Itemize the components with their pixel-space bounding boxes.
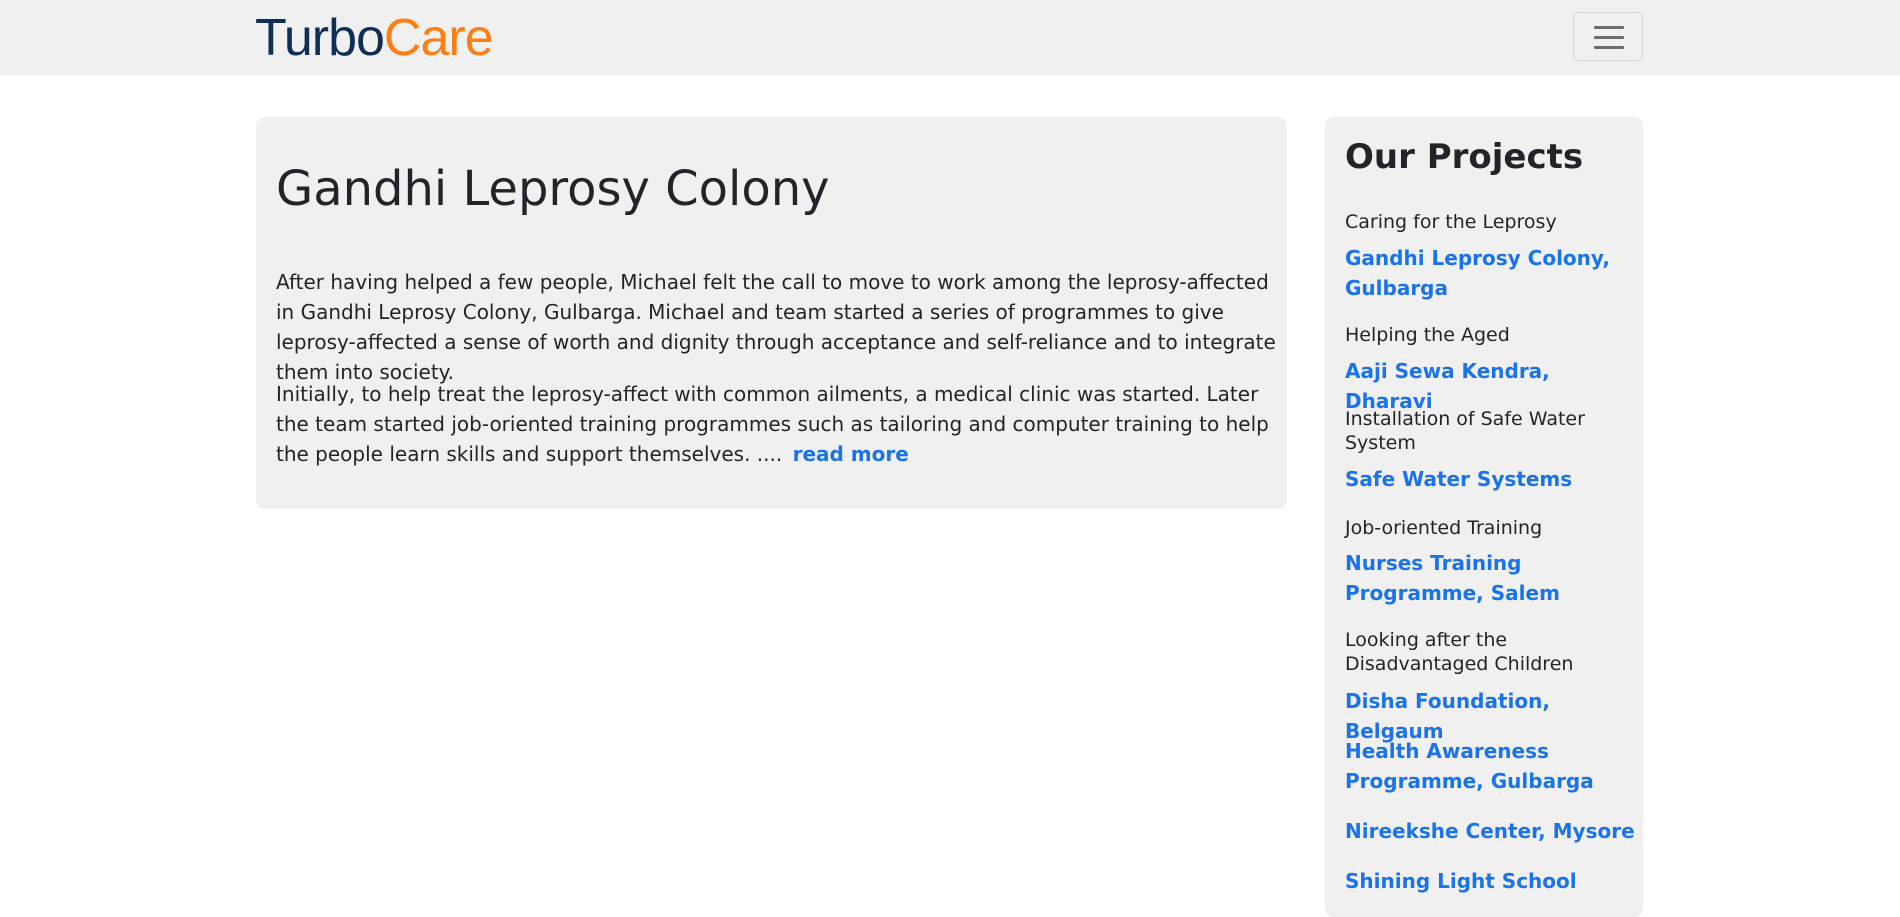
brand-logo[interactable]: TurboCare (255, 7, 494, 69)
projects-sidebar: Our Projects Caring for the Leprosy Gand… (1325, 117, 1643, 917)
project-link[interactable]: Nireekshe Center, Mysore (1345, 816, 1635, 846)
sidebar-title: Our Projects (1345, 137, 1584, 177)
project-link[interactable]: Nurses Training Programme, Salem (1345, 548, 1635, 608)
project-link[interactable]: Health Awareness Programme, Gulbarga (1345, 736, 1635, 796)
project-category: Caring for the Leprosy (1345, 211, 1557, 233)
project-link[interactable]: Safe Water Systems (1345, 464, 1635, 494)
brand-name-part1: Turbo (255, 9, 385, 67)
project-category: Installation of Safe Water System (1345, 408, 1585, 454)
article-paragraph-1: After having helped a few people, Michae… (276, 270, 1276, 384)
project-link[interactable]: Gandhi Leprosy Colony, Gulbarga (1345, 243, 1635, 303)
project-link[interactable]: Shining Light School (1345, 866, 1635, 896)
read-more-link[interactable]: read more (793, 442, 909, 466)
article-paragraph-2-text: Initially, to help treat the leprosy-aff… (276, 382, 1269, 466)
article-paragraph-2: Initially, to help treat the leprosy-aff… (276, 379, 1276, 469)
navbar-toggle-button[interactable] (1573, 12, 1643, 61)
brand-name-part2: Care (383, 9, 494, 67)
article-card: Gandhi Leprosy Colony After having helpe… (256, 117, 1287, 509)
project-category: Job-oriented Training (1345, 517, 1543, 539)
article-title: Gandhi Leprosy Colony (276, 161, 830, 217)
project-category: Looking after the Disadvantaged Children (1345, 629, 1574, 675)
top-navbar: TurboCare (0, 0, 1900, 75)
project-category: Helping the Aged (1345, 324, 1510, 346)
